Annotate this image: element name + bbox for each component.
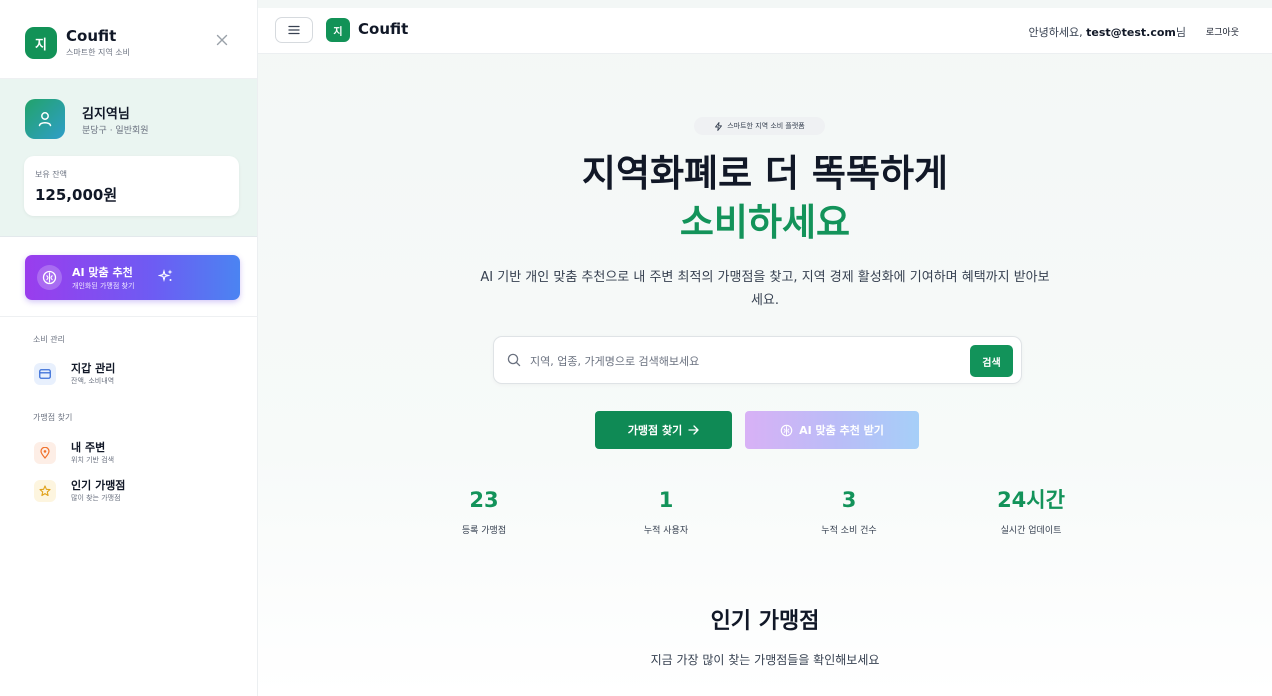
stat-label: 실시간 업데이트	[1000, 526, 1062, 536]
find-stores-button[interactable]: 가맹점 찾기	[595, 411, 732, 449]
sparkles-icon	[157, 268, 174, 288]
user-profile-panel: 김지역님 분당구 · 일반회원 보유 잔액 125,000원	[0, 79, 257, 237]
stat-label: 등록 가맹점	[461, 526, 507, 536]
main-content: 지 Coufit 안녕하세요, test@test.com님 로그아웃 스마트한…	[258, 0, 1272, 696]
search-bar: 검색	[493, 336, 1022, 384]
stat-total-transactions: 3 누적 소비 건수	[769, 487, 929, 536]
brand-logo[interactable]: 지	[25, 27, 57, 59]
sidebar-item-sublabel: 잔액, 소비내역	[71, 377, 115, 385]
ai-brain-icon	[37, 265, 62, 290]
find-stores-label: 가맹점 찾기	[627, 424, 683, 437]
popular-stores-subtitle: 지금 가장 많이 찾는 가맹점들을 확인해보세요	[650, 653, 880, 667]
hero-title: 지역화폐로 더 똑똑하게	[581, 152, 949, 195]
balance-card: 보유 잔액 125,000원	[24, 156, 239, 216]
sidebar-item-label: 내 주변	[71, 441, 106, 454]
lightning-icon	[715, 121, 723, 131]
wallet-icon	[34, 363, 56, 385]
stat-label: 누적 소비 건수	[821, 526, 877, 536]
ai-recommend-button[interactable]: AI 맞춤 추천 개인화된 가맹점 찾기	[25, 255, 240, 300]
ai-card-subtitle: 개인화된 가맹점 찾기	[72, 282, 135, 290]
ai-card-title: AI 맞춤 추천	[72, 266, 133, 279]
arrow-right-icon	[688, 425, 699, 435]
hero-badge: 스마트한 지역 소비 플랫폼	[694, 117, 825, 135]
balance-label: 보유 잔액	[35, 170, 67, 179]
balance-value: 125,000원	[35, 186, 118, 204]
sidebar: 지 Coufit 스마트한 지역 소비 김지역님 분당구 · 일반회원 보유 잔…	[0, 0, 258, 696]
sidebar-item-sublabel: 위치 기반 검색	[71, 456, 115, 464]
user-meta: 분당구 · 일반회원	[82, 126, 149, 136]
stat-realtime-update: 24시간 실시간 업데이트	[951, 487, 1111, 536]
user-icon	[38, 112, 52, 127]
stat-value: 23	[469, 488, 499, 512]
section-label-stores: 가맹점 찾기	[33, 413, 73, 422]
search-icon	[507, 353, 521, 367]
menu-icon	[288, 25, 300, 35]
ai-brain-icon	[780, 424, 793, 436]
sidebar-item-popular[interactable]: 인기 가맹점 많이 찾는 가맹점	[28, 474, 238, 508]
hero-title-highlight: 소비하세요	[679, 201, 851, 244]
popular-stores-title: 인기 가맹점	[710, 609, 820, 634]
stat-value: 24시간	[997, 488, 1065, 512]
hamburger-menu-button[interactable]	[275, 17, 313, 43]
ai-cta-label: AI 맞춤 추천 받기	[799, 424, 884, 437]
sidebar-item-label: 인기 가맹점	[71, 479, 126, 492]
stat-total-users: 1 누적 사용자	[586, 487, 746, 536]
hero-description: AI 기반 개인 맞춤 추천으로 내 주변 최적의 가맹점을 찾고, 지역 경제…	[480, 270, 1050, 308]
sidebar-item-sublabel: 많이 찾는 가맹점	[71, 494, 121, 502]
sidebar-brand-name: Coufit	[66, 27, 117, 45]
section-label-spending: 소비 관리	[33, 335, 65, 344]
brand-name[interactable]: Coufit	[358, 20, 408, 38]
stat-value: 3	[841, 488, 857, 512]
search-input[interactable]	[530, 349, 950, 373]
user-name: 김지역님	[82, 107, 130, 122]
sidebar-header: 지 Coufit 스마트한 지역 소비	[0, 0, 257, 79]
hero-badge-label: 스마트한 지역 소비 플랫폼	[727, 122, 805, 130]
top-navbar: 지 Coufit 안녕하세요, test@test.com님 로그아웃	[258, 8, 1272, 54]
close-icon[interactable]	[213, 31, 231, 49]
logout-button[interactable]: 로그아웃	[1206, 25, 1239, 38]
greeting-suffix: 님	[1175, 26, 1186, 39]
sidebar-item-wallet[interactable]: 지갑 관리 잔액, 소비내역	[28, 357, 238, 391]
search-button[interactable]: 검색	[970, 345, 1013, 377]
user-email: test@test.com	[1086, 26, 1176, 39]
greeting-prefix: 안녕하세요,	[1028, 26, 1087, 39]
sidebar-tagline: 스마트한 지역 소비	[66, 48, 130, 57]
brand-logo[interactable]: 지	[326, 18, 350, 42]
stat-label: 누적 사용자	[643, 526, 689, 536]
avatar	[25, 99, 65, 139]
user-greeting: 안녕하세요, test@test.com님	[1029, 24, 1187, 40]
star-icon	[34, 480, 56, 502]
stat-registered-stores: 23 등록 가맹점	[404, 487, 564, 536]
sidebar-item-label: 지갑 관리	[71, 362, 116, 375]
stat-value: 1	[658, 488, 674, 512]
ai-recommend-cta-button[interactable]: AI 맞춤 추천 받기	[745, 411, 919, 449]
sidebar-divider	[0, 316, 258, 317]
location-pin-icon	[34, 442, 56, 464]
sidebar-item-nearby[interactable]: 내 주변 위치 기반 검색	[28, 436, 238, 470]
